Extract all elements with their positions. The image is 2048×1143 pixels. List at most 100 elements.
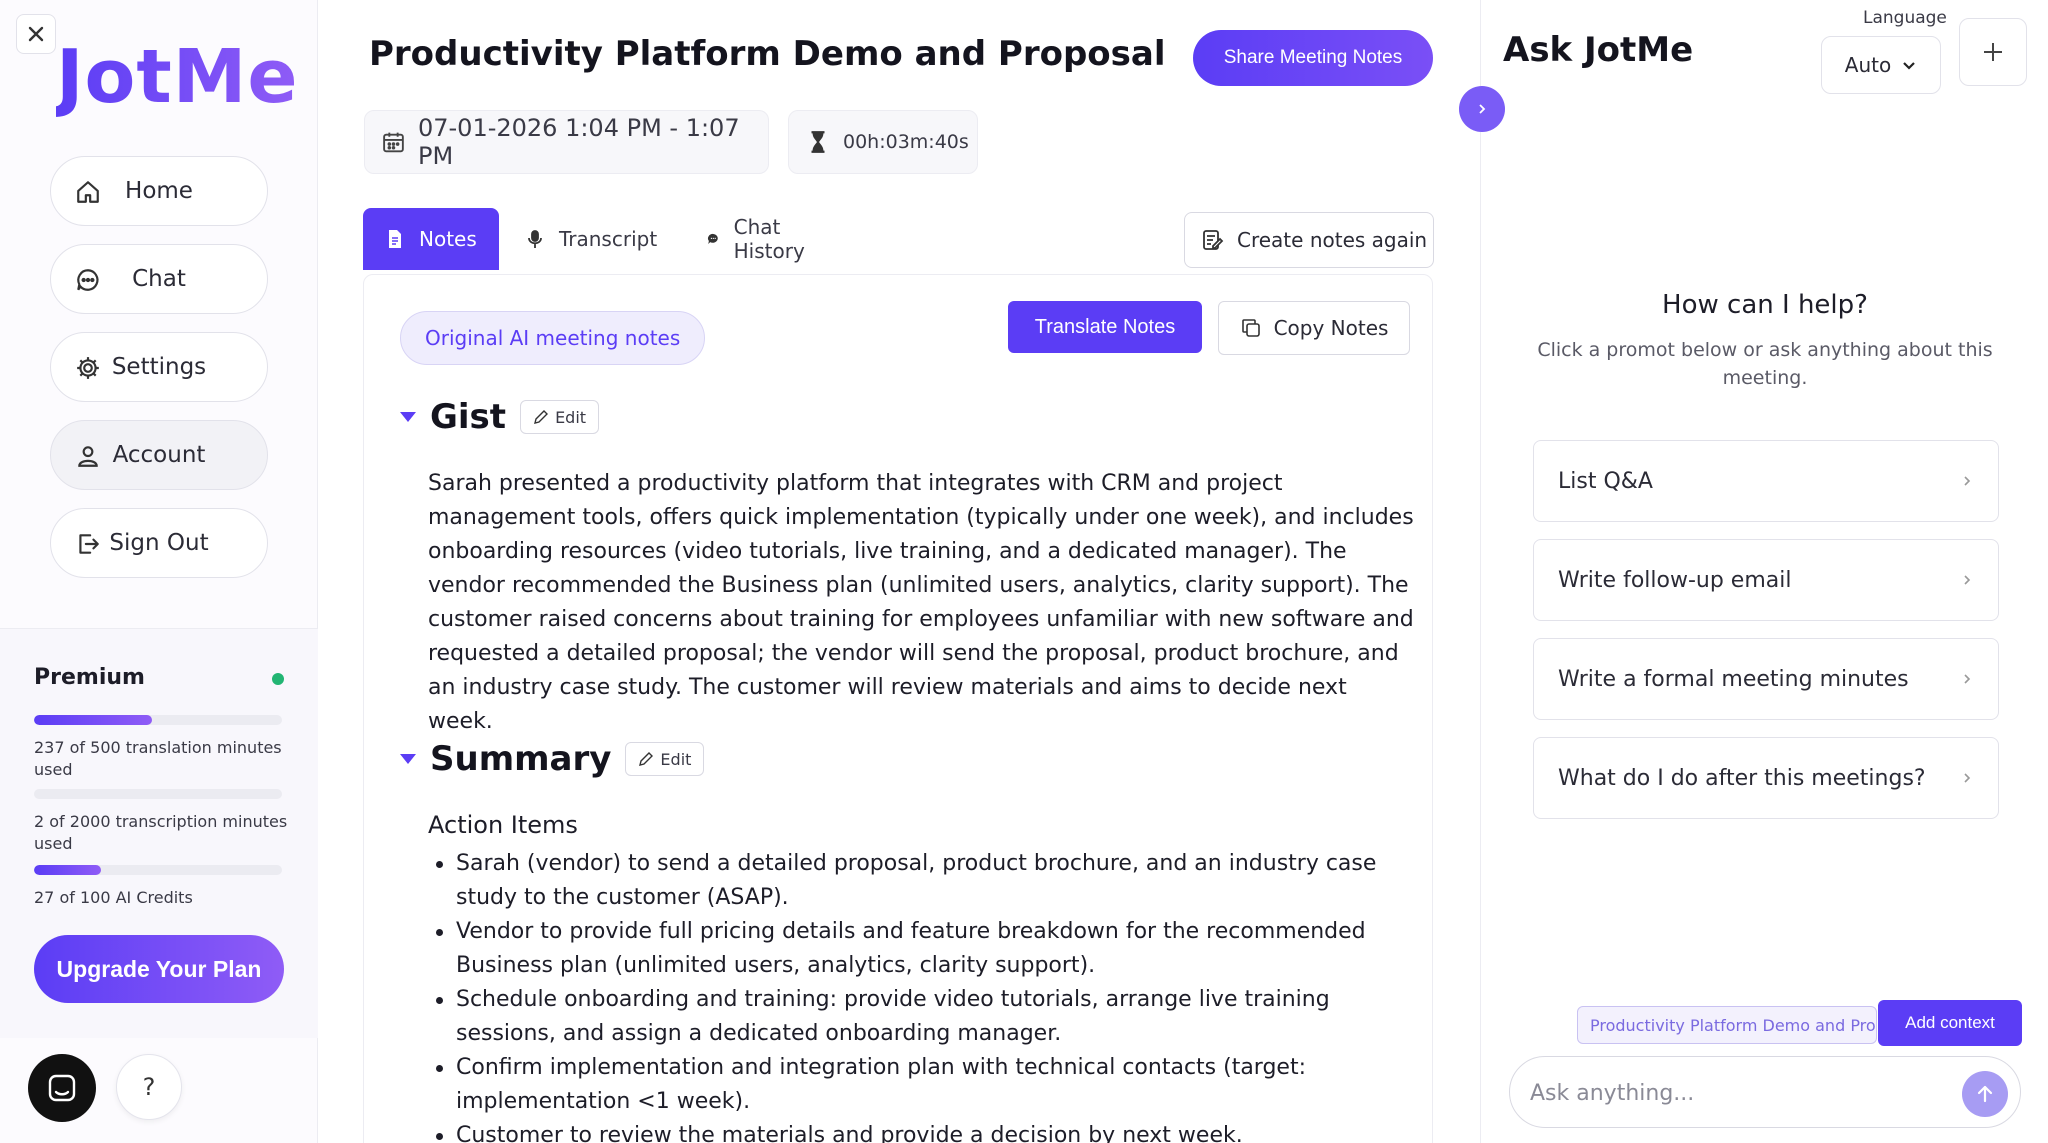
help-button[interactable]: ? [116,1054,182,1120]
nav-home-label: Home [125,178,193,204]
collapse-panel-button[interactable] [1459,86,1505,132]
action-item: Sarah (vendor) to send a detailed propos… [428,847,1408,915]
ai-credits-usage-fill [34,865,101,875]
tab-transcript[interactable]: Transcript [525,208,657,270]
prompt-label: What do I do after this meetings? [1558,765,1926,791]
help-subtitle: Click a promot below or ask anything abo… [1537,339,1993,389]
prompt-list-qa[interactable]: List Q&A [1533,440,1999,522]
chevron-right-icon [1964,674,1971,684]
ask-input-container [1509,1056,2021,1128]
gist-edit-label: Edit [555,407,587,427]
plus-icon [1984,43,2002,61]
arrow-up-icon [1977,1085,1993,1103]
chevron-down-icon [1903,62,1915,70]
meeting-datetime: 07-01-2026 1:04 PM - 1:07 PM [364,110,769,174]
chevron-right-icon [1964,773,1971,783]
chevron-right-icon [1479,104,1486,114]
sidebar-nav: Home Chat Settings Account Sign Out [50,156,268,596]
home-icon [77,181,99,203]
language-label: Language [1863,8,1947,28]
action-item: Customer to review the materials and pro… [428,1119,1408,1143]
summary-section-header: Summary Edit [400,739,705,779]
tab-chat-history[interactable]: Chat History [707,208,812,270]
prompt-label: Write a formal meeting minutes [1558,666,1909,692]
plan-status-dot [272,673,284,685]
translation-usage-fill [34,715,152,725]
nav-sign-out[interactable]: Sign Out [50,508,268,578]
intercom-chat-button[interactable] [28,1054,96,1122]
transcription-usage-text: 2 of 2000 transcription minutes used [34,812,288,853]
chat-icon [77,269,99,291]
nav-account[interactable]: Account [50,420,268,490]
upgrade-plan-button[interactable]: Upgrade Your Plan [34,935,284,1003]
action-items-list: Sarah (vendor) to send a detailed propos… [428,847,1408,1143]
copy-icon [1241,319,1260,337]
tab-transcript-label: Transcript [559,227,658,251]
share-meeting-notes-button[interactable]: Share Meeting Notes [1193,30,1433,86]
new-chat-button[interactable] [1959,18,2027,86]
nav-home[interactable]: Home [50,156,268,226]
action-item: Vendor to provide full pricing details a… [428,915,1408,983]
action-item: Confirm implementation and integration p… [428,1051,1408,1119]
collapse-triangle-icon[interactable] [400,754,416,764]
microphone-icon [528,230,542,248]
page-title: Productivity Platform Demo and Proposal [369,34,1166,74]
gist-title: Gist [430,397,507,437]
nav-sign-out-label: Sign Out [109,530,209,556]
main-content: Productivity Platform Demo and Proposal … [319,0,1479,1143]
ask-panel-title: Ask JotMe [1503,30,1694,70]
tab-notes-label: Notes [419,227,477,251]
prompt-label: List Q&A [1558,468,1653,494]
close-icon [28,26,44,42]
create-notes-again-label: Create notes again [1237,228,1428,252]
summary-edit-label: Edit [660,749,692,769]
action-item: Schedule onboarding and training: provid… [428,983,1408,1051]
action-items-heading: Action Items [428,811,578,839]
meeting-datetime-text: 07-01-2026 1:04 PM - 1:07 PM [417,114,740,170]
language-select[interactable]: Auto [1821,36,1941,94]
chevron-right-icon [1964,575,1971,585]
ask-input[interactable] [1530,1071,1930,1115]
copy-notes-label: Copy Notes [1273,316,1389,340]
context-chip[interactable]: Productivity Platform Demo and Proposal [1577,1006,1877,1044]
prompt-follow-up-email[interactable]: Write follow-up email [1533,539,1999,621]
pencil-icon [639,752,654,766]
translation-usage-text: 237 of 500 translation minutes used [34,738,282,779]
help-title: How can I help? [1662,290,1868,320]
translate-notes-button[interactable]: Translate Notes [1008,301,1202,353]
translation-usage-bar [34,715,282,725]
send-button[interactable] [1962,1071,2008,1117]
calendar-icon [383,132,404,153]
document-icon [389,230,401,248]
jotme-logo: JotMe [56,34,299,120]
nav-chat[interactable]: Chat [50,244,268,314]
notes-refresh-icon [1203,230,1224,250]
ai-credits-usage-bar [34,865,282,875]
plan-title: Premium [34,665,145,690]
original-notes-pill[interactable]: Original AI meeting notes [400,311,706,365]
prompt-meeting-minutes[interactable]: Write a formal meeting minutes [1533,638,1999,720]
tab-chat-history-label: Chat History [733,215,805,263]
hourglass-icon [811,131,825,153]
create-notes-again-button[interactable]: Create notes again [1184,212,1434,268]
collapse-triangle-icon[interactable] [400,412,416,422]
summary-edit-button[interactable]: Edit [625,742,705,776]
meeting-duration-text: 00h:03m:40s [843,131,969,153]
notes-card: Original AI meeting notes Translate Note… [363,274,1433,1143]
gist-text: Sarah presented a productivity platform … [428,471,1414,734]
language-value: Auto [1844,53,1892,77]
user-icon [78,446,98,467]
gist-edit-button[interactable]: Edit [520,400,600,434]
plan-usage-panel: Premium 237 of 500 translation minutes u… [0,628,318,1038]
ask-jotme-panel: Ask JotMe Language Auto How can I help? … [1480,0,2048,1143]
add-context-button[interactable]: Add context [1878,1000,2022,1046]
prompt-next-steps[interactable]: What do I do after this meetings? [1533,737,1999,819]
nav-settings[interactable]: Settings [50,332,268,402]
close-button[interactable] [16,14,56,54]
transcription-usage-bar [34,789,282,799]
prompt-label: Write follow-up email [1558,567,1792,593]
copy-notes-button[interactable]: Copy Notes [1218,301,1410,355]
tab-notes[interactable]: Notes [363,208,499,270]
prompt-suggestions: List Q&A Write follow-up email Write a f… [1533,440,1999,836]
sidebar: JotMe Home Chat Settings Account Sign Ou… [0,0,318,1143]
